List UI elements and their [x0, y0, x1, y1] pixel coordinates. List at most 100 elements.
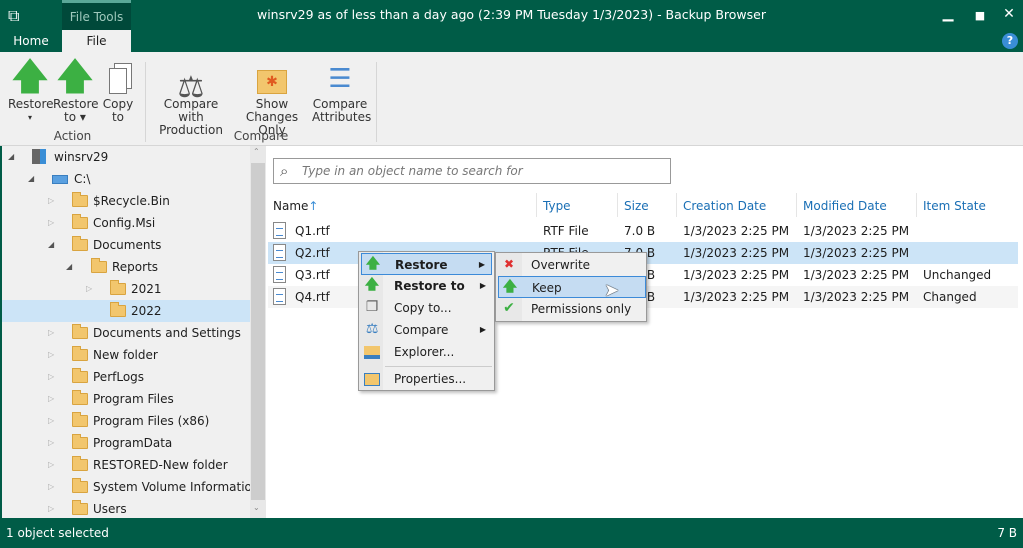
folder-icon [72, 478, 88, 493]
tree-item[interactable]: ▷ ProgramData [2, 432, 252, 454]
status-size: 7 B [997, 526, 1017, 540]
submenu-arrow-icon: ▶ [479, 325, 486, 334]
folder-icon [72, 390, 88, 405]
properties-icon [364, 373, 380, 386]
folder-icon [72, 434, 88, 449]
tree-item[interactable]: ◢ Documents [2, 234, 252, 256]
scrollbar-thumb[interactable] [251, 163, 265, 500]
help-icon[interactable]: ? [1002, 33, 1018, 49]
column-header-modified-date[interactable]: Modified Date [803, 199, 887, 213]
search-input[interactable]: ⌕ Type in an object name to search for [273, 158, 671, 184]
folder-icon [72, 412, 88, 427]
scroll-up-icon[interactable]: ⌃ [253, 147, 260, 156]
tree-item[interactable]: ▷ Users [2, 498, 252, 518]
keep-icon: 🡅 [502, 279, 518, 295]
restore-to-icon: 🡅 [364, 277, 380, 293]
folder-icon [91, 258, 107, 273]
tree-item[interactable]: ▷ New folder [2, 344, 252, 366]
menu-item-permissions-only[interactable]: ✔ Permissions only [498, 298, 646, 320]
tree-item[interactable]: ◢ Reports [2, 256, 252, 278]
tree-item-selected[interactable]: 2022 [2, 300, 252, 322]
folder-icon [110, 302, 126, 317]
tree-item[interactable]: ▷ Config.Msi [2, 212, 252, 234]
menu-item-restore-to[interactable]: 🡅 Restore to ▶ [361, 275, 492, 297]
window-title: winsrv29 as of less than a day ago (2:39… [256, 7, 767, 22]
tree-item[interactable]: ▷ Program Files (x86) [2, 410, 252, 432]
green-up-arrow-icon: 🡅 [10, 54, 50, 98]
menu-item-compare[interactable]: ⚖ Compare ▶ [361, 319, 492, 341]
folder-icon [72, 192, 88, 207]
overwrite-icon: ✖ [503, 257, 515, 271]
copy-to-button[interactable]: Copy to [100, 58, 136, 124]
attributes-list-icon: ☰ [328, 64, 352, 94]
column-divider[interactable] [916, 193, 917, 217]
column-header-creation-date[interactable]: Creation Date [683, 199, 766, 213]
menu-item-copy-to[interactable]: ❐ Copy to... [361, 297, 492, 319]
tree-item[interactable]: ▷ System Volume Information [2, 476, 259, 498]
minimize-button[interactable]: ▁ [938, 6, 958, 22]
tree-item[interactable]: ▷ Program Files [2, 388, 252, 410]
drive-icon [52, 175, 68, 184]
group-label-compare: Compare [233, 129, 289, 143]
show-changes-only-button[interactable]: ✱ Show Changes Only [233, 58, 311, 137]
tree-item[interactable]: ▷ RESTORED-New folder [2, 454, 252, 476]
column-header-size[interactable]: Size [624, 199, 649, 213]
compare-with-production-button[interactable]: ⚖ Compare with Production [150, 58, 232, 137]
copy-icon: ❐ [365, 299, 379, 315]
tree-item-drive-c[interactable]: ◢ C:\ [2, 168, 252, 190]
rtf-file-icon [273, 288, 286, 305]
tree-item[interactable]: ▷ PerfLogs [2, 366, 252, 388]
restore-button[interactable]: 🡅 Restore ▾ [8, 54, 54, 124]
tree-item[interactable]: ▷ 2021 [2, 278, 252, 300]
scales-icon: ⚖ [177, 70, 205, 105]
menu-item-properties[interactable]: Properties... [361, 368, 492, 390]
status-bar: 1 object selected 7 B [0, 518, 1023, 548]
tree-item-winsrv29[interactable]: ◢ winsrv29 [2, 146, 252, 168]
group-label-action: Action [53, 129, 92, 143]
scroll-down-icon[interactable]: ⌄ [253, 503, 260, 512]
rtf-file-icon [273, 266, 286, 283]
folder-tree: ◢ winsrv29 ◢ C:\ ▷ $Recycle.Bin ▷ Config.Msi… [0, 146, 266, 518]
folder-icon [72, 368, 88, 383]
compare-attributes-button[interactable]: ☰ Compare Attributes [312, 58, 371, 124]
server-icon [32, 149, 46, 164]
restore-submenu: ✖ Overwrite 🡅 Keep ✔ Permissions only [495, 252, 647, 322]
ribbon-separator [376, 62, 377, 142]
sort-ascending-icon: ↑ [308, 199, 319, 213]
column-divider[interactable] [536, 193, 537, 217]
rtf-file-icon [273, 222, 286, 239]
table-row[interactable]: Q1.rtf RTF File 7.0 B 1/3/2023 2:25 PM 1/3/2… [268, 220, 1018, 242]
folder-icon [110, 280, 126, 295]
menu-item-restore[interactable]: 🡅 Restore ▶ [361, 253, 492, 275]
column-header-item-state[interactable]: Item State [923, 199, 986, 213]
menu-item-keep[interactable]: 🡅 Keep [498, 276, 646, 298]
menu-item-explorer[interactable]: Explorer... [361, 341, 492, 363]
scales-icon: ⚖ [365, 321, 379, 337]
tab-file[interactable]: File [62, 30, 131, 53]
tab-home[interactable]: Home [0, 30, 62, 52]
close-button[interactable]: ✕ [999, 6, 1019, 22]
column-header-type[interactable]: Type [543, 199, 571, 213]
restore-to-button[interactable]: 🡅 Restore to ▾ [53, 57, 99, 124]
tree-item[interactable]: ▷ $Recycle.Bin [2, 190, 252, 212]
folder-icon [72, 346, 88, 361]
folder-icon [72, 456, 88, 471]
tree-item[interactable]: ▷ Documents and Settings [2, 322, 252, 344]
menu-item-overwrite[interactable]: ✖ Overwrite [498, 254, 646, 276]
context-menu: 🡅 Restore ▶ 🡅 Restore to ▶ ❐ Copy to... ⚖ Comp… [358, 251, 495, 391]
column-divider[interactable] [617, 193, 618, 217]
submenu-arrow-icon: ▶ [478, 260, 485, 269]
rtf-file-icon [273, 244, 286, 261]
column-divider[interactable] [676, 193, 677, 217]
permissions-check-icon: ✔ [503, 300, 515, 316]
folder-icon [72, 500, 88, 515]
copy-icon [109, 68, 127, 94]
column-divider[interactable] [796, 193, 797, 217]
submenu-arrow-icon: ▶ [479, 281, 486, 290]
folder-icon [72, 214, 88, 229]
search-icon: ⌕ [280, 162, 289, 180]
menu-separator [385, 366, 492, 367]
mouse-cursor-icon: ➤ [604, 280, 620, 301]
maximize-button[interactable]: ■ [970, 9, 990, 22]
column-header-name[interactable]: Name↑ [273, 199, 318, 213]
